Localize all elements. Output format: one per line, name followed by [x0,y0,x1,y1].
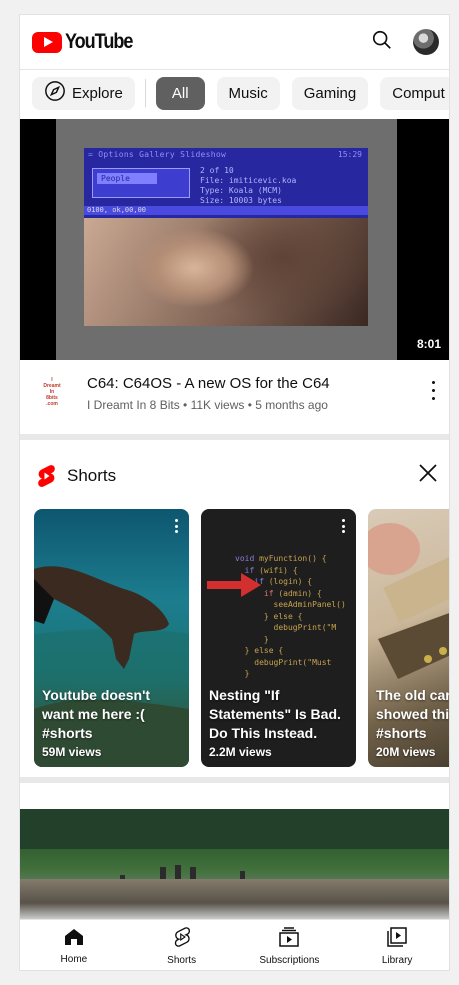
video-thumbnail[interactable] [20,809,449,919]
chip-explore-label: Explore [72,84,123,102]
short-title: Nesting "If Statements" Is Bad. Do This … [209,687,341,741]
nav-label: Shorts [167,954,197,966]
more-options-icon[interactable] [425,378,441,402]
nav-label: Subscriptions [259,954,320,966]
logo-text: YouTube [65,30,133,53]
video-thumbnail[interactable]: = Options Gallery Slideshow 15:29 People… [20,119,449,360]
short-views: 2.2M views [209,745,272,759]
avatar[interactable] [413,29,439,55]
chip-music[interactable]: Music [216,76,280,110]
video-subtitle: I Dreamt In 8 Bits • 11K views • 5 month… [87,398,328,412]
video-duration: 8:01 [412,335,445,353]
nav-home[interactable]: Home [20,920,128,970]
shorts-header: Shorts [20,441,449,507]
short-more-icon[interactable] [175,519,179,533]
video-meta: I Dreamt In 8bits .com C64: C64OS - A ne… [20,360,449,434]
chip-computers[interactable]: Comput [380,76,449,110]
phone-frame: YouTube Explore All Music Gaming Comput … [19,14,450,971]
short-views: 59M views [42,745,102,759]
short-views: 20M views [376,745,436,759]
shorts-logo-icon [36,464,56,493]
short-card[interactable]: The old car showed this #shorts 20M view… [368,509,450,767]
section-divider [20,434,449,440]
nav-label: Library [381,954,413,966]
arrow-right-icon [207,571,263,604]
video-title[interactable]: C64: C64OS - A new OS for the C64 [87,375,330,392]
compass-icon [44,80,66,106]
nav-label: Home [60,953,88,965]
nav-library[interactable]: Library [343,920,449,970]
library-icon [387,926,407,952]
filter-chips: Explore All Music Gaming Comput [32,76,449,110]
search-icon[interactable] [371,29,393,56]
short-more-icon[interactable] [342,519,346,533]
subscriptions-icon [278,926,300,952]
header-divider [20,69,449,70]
chip-explore[interactable]: Explore [32,76,135,110]
channel-avatar[interactable]: I Dreamt In 8bits .com [32,372,72,412]
thumbnail-image: = Options Gallery Slideshow 15:29 People… [84,148,368,326]
nav-subscriptions[interactable]: Subscriptions [236,920,344,970]
bottom-nav: Home Shorts Subscriptions Library [20,919,449,970]
short-title: Youtube doesn't want me here :( #shorts [42,687,151,741]
youtube-logo[interactable]: YouTube [32,30,143,54]
section-divider [20,777,449,783]
top-bar: YouTube [20,15,449,69]
chip-gaming[interactable]: Gaming [291,76,369,110]
close-icon[interactable] [417,462,439,489]
home-icon [64,928,84,951]
short-card[interactable]: Youtube doesn't want me here :( #shorts … [34,509,189,767]
shorts-icon [173,926,191,952]
shorts-shelf: Youtube doesn't want me here :( #shorts … [34,509,450,767]
chip-separator [144,79,146,107]
nav-shorts[interactable]: Shorts [128,920,236,970]
shorts-section-title: Shorts [67,466,117,485]
short-title: The old car showed this #shorts [376,687,450,741]
chip-all[interactable]: All [155,76,205,110]
youtube-play-icon [32,31,62,53]
short-card[interactable]: void myFunction() { if (wifi) { if (logi… [201,509,356,767]
